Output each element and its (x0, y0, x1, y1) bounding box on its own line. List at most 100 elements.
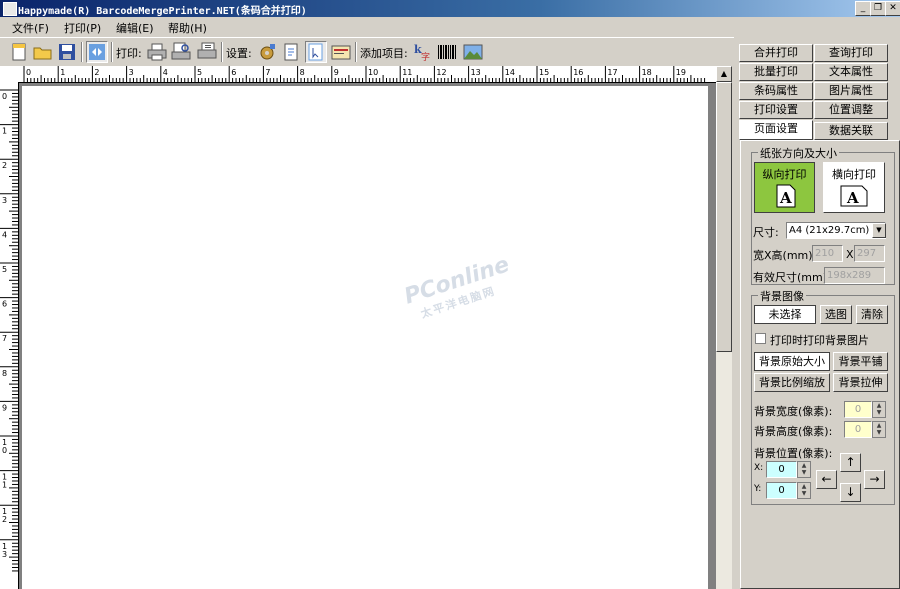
gear-icon[interactable] (256, 41, 278, 63)
bg-width-spinner[interactable]: ▲ ▼ (872, 401, 886, 418)
bg-scale-button[interactable]: 背景比例缩放 (754, 373, 830, 392)
bg-original-size-button[interactable]: 背景原始大小 (754, 352, 830, 371)
bg-y-field[interactable]: 0 (766, 482, 797, 499)
v-ruler-label: 0 (2, 92, 7, 101)
print-setup-icon[interactable] (196, 41, 218, 63)
menu-edit[interactable]: 编辑(E) (116, 20, 154, 36)
move-down-button[interactable]: ↓ (840, 483, 861, 502)
v-ruler-label: 2 (2, 515, 7, 524)
v-ruler-label: 3 (2, 550, 7, 559)
menu-print[interactable]: 打印(P) (64, 20, 101, 36)
landscape-page-icon: A (840, 185, 868, 207)
v-ruler-label: 1 (2, 481, 7, 490)
menu-bar: 文件(F) 打印(P) 编辑(E) 帮助(H) (0, 17, 900, 37)
card-settings-icon[interactable] (330, 41, 352, 63)
scroll-up-arrow[interactable]: ▲ (716, 66, 732, 82)
y-label: Y: (754, 484, 762, 494)
bg-height-spinner[interactable]: ▲ ▼ (872, 421, 886, 438)
print-background-checkbox[interactable] (755, 333, 766, 344)
paper-size-select[interactable]: A4 (21x29.7cm) (786, 222, 886, 239)
landscape-label: 横向打印 (832, 168, 876, 181)
h-ruler-label: 10 (368, 68, 378, 77)
h-ruler-label: 1 (60, 68, 65, 77)
portrait-label: 纵向打印 (762, 168, 807, 181)
title-bar: Happymade(R) BarcodeMergePrinter.NET(条码合… (0, 0, 900, 17)
h-ruler-label: 11 (402, 68, 412, 77)
page-setup-tab-page: 纸张方向及大小 纵向打印 A 横向打印 A 尺寸: A4 (21x29.7cm)… (740, 140, 900, 589)
menu-help[interactable]: 帮助(H) (168, 20, 207, 36)
toolbar-separator (111, 42, 113, 62)
tab-merge-print[interactable]: 合并打印 (739, 44, 813, 62)
clear-image-button[interactable]: 清除 (856, 305, 888, 324)
svg-text:A: A (779, 189, 792, 207)
tab-barcode-properties[interactable]: 条码属性 (739, 82, 813, 100)
bg-width-field[interactable]: 0 (844, 401, 872, 418)
bg-height-field[interactable]: 0 (844, 421, 872, 438)
print-icon[interactable] (146, 41, 168, 63)
paper-height-field[interactable]: 297 (854, 245, 885, 262)
page-setup-icon[interactable] (280, 41, 302, 63)
open-folder-icon[interactable] (32, 41, 54, 63)
chevron-down-icon[interactable]: ▼ (872, 223, 886, 238)
select-image-button[interactable]: 选图 (820, 305, 852, 324)
v-ruler-label: 4 (2, 230, 7, 239)
minimize-button[interactable]: _ (855, 1, 871, 16)
settings-label: 设置: (226, 47, 252, 60)
bg-height-label: 背景高度(像素): (754, 425, 833, 438)
size-label: 尺寸: (753, 226, 779, 239)
toolbar-separator (355, 42, 357, 62)
effective-size-label: 有效尺寸(mm): (753, 271, 831, 284)
menu-file[interactable]: 文件(F) (12, 20, 49, 36)
save-icon[interactable] (56, 41, 78, 63)
v-ruler-label: 7 (2, 334, 7, 343)
tab-print-settings[interactable]: 打印设置 (739, 101, 813, 119)
tab-data-link[interactable]: 数据关联 (814, 122, 888, 140)
bg-tile-button[interactable]: 背景平铺 (833, 352, 888, 371)
h-ruler-label: 6 (231, 68, 236, 77)
vertical-scrollbar[interactable]: ▲ (716, 66, 732, 589)
move-right-button[interactable]: → (864, 470, 885, 489)
tab-batch-print[interactable]: 批量打印 (739, 63, 813, 81)
effective-size-field[interactable]: 198x289 (824, 267, 885, 284)
background-group-title: 背景图像 (758, 288, 806, 304)
tab-page-setup[interactable]: 页面设置 (739, 120, 813, 140)
paper-width-field[interactable]: 210 (812, 245, 843, 262)
horizontal-ruler: 0 1 2 3 4 5 6 7 8 9 10 11 12 13 14 15 16 17 18 19 (0, 66, 716, 83)
bg-x-field[interactable]: 0 (766, 461, 797, 478)
h-ruler-label: 3 (129, 68, 134, 77)
print-preview-icon[interactable] (170, 41, 192, 63)
add-image-icon[interactable] (462, 41, 484, 63)
portrait-button[interactable]: 纵向打印 A (754, 162, 815, 213)
new-file-icon[interactable] (8, 41, 30, 63)
bg-stretch-button[interactable]: 背景拉伸 (833, 373, 888, 392)
tab-query-print[interactable]: 查询打印 (814, 44, 888, 62)
print-background-label: 打印时打印背景图片 (770, 334, 869, 347)
design-mode-icon[interactable] (86, 41, 108, 63)
tab-text-properties[interactable]: 文本属性 (814, 63, 888, 81)
h-ruler-label: 19 (676, 68, 686, 77)
add-item-label: 添加项目: (360, 47, 408, 60)
landscape-button[interactable]: 横向打印 A (823, 162, 885, 213)
h-ruler-label: 12 (436, 68, 446, 77)
toolbar: 打印: 设置: 添加项目: k字 (0, 37, 738, 66)
pointer-icon[interactable] (305, 41, 327, 63)
bg-x-spinner[interactable]: ▲ ▼ (797, 461, 811, 478)
toolbar-separator (81, 42, 83, 62)
add-text-icon[interactable]: k字 (412, 41, 434, 63)
scroll-thumb[interactable] (716, 82, 732, 352)
design-paper[interactable] (22, 86, 708, 589)
background-file-display[interactable]: 未选择 (754, 305, 816, 324)
print-label: 打印: (116, 47, 142, 60)
wh-label: 宽X高(mm): (753, 249, 817, 262)
restore-button[interactable]: ❐ (870, 1, 886, 16)
close-button[interactable]: ✕ (885, 1, 900, 16)
h-ruler-label: 18 (642, 68, 652, 77)
bg-y-spinner[interactable]: ▲ ▼ (797, 482, 811, 499)
move-left-button[interactable]: ← (816, 470, 837, 489)
toolbar-separator (221, 42, 223, 62)
move-up-button[interactable]: ↑ (840, 453, 861, 472)
tab-position-adjust[interactable]: 位置调整 (814, 101, 888, 119)
add-barcode-icon[interactable] (436, 41, 458, 63)
tab-image-properties[interactable]: 图片属性 (814, 82, 888, 100)
h-ruler-label: 16 (573, 68, 583, 77)
